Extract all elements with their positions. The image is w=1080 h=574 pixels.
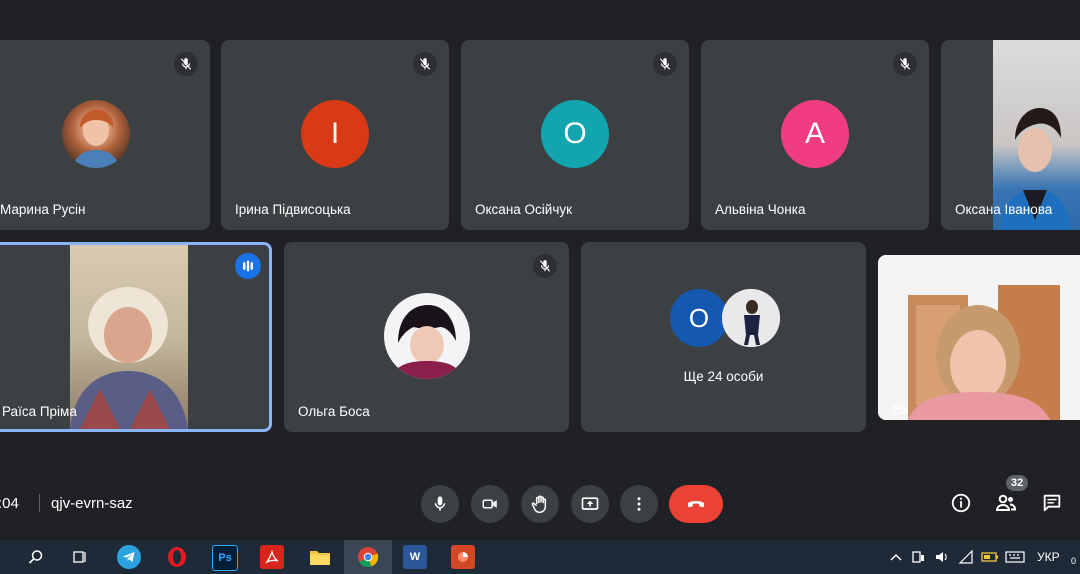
search-icon[interactable] [24, 545, 48, 569]
avatar-photo [62, 100, 130, 168]
self-video [878, 255, 1080, 420]
mic-off-icon [174, 52, 198, 76]
chevron-up-icon[interactable] [884, 545, 908, 569]
end-call-icon [688, 501, 704, 508]
meeting-details-button[interactable] [943, 485, 979, 521]
microphone-icon [434, 496, 446, 511]
participant-tile-iryna[interactable]: I Ірина Підвисоцька [221, 40, 449, 230]
task-view-icon[interactable] [68, 545, 92, 569]
mic-off-icon [413, 52, 437, 76]
mic-off-icon [653, 52, 677, 76]
microphone-button[interactable] [421, 485, 459, 523]
more-options-button[interactable] [620, 485, 658, 523]
present-screen-button[interactable] [571, 485, 609, 523]
avatar-initial: O [541, 100, 609, 168]
end-call-button[interactable] [669, 485, 723, 523]
participant-video [70, 245, 188, 429]
participant-name: Раїса Пріма [2, 404, 77, 419]
volume-icon[interactable] [930, 545, 954, 569]
participant-name: Альвіна Чонка [715, 202, 806, 217]
clock-partial: 0 [1071, 556, 1077, 566]
others-label: Ще 24 особи [683, 369, 764, 384]
meeting-time: :04 [0, 495, 19, 512]
participant-name: Оксана Іванова [955, 202, 1053, 217]
camera-icon [482, 499, 497, 509]
chat-button[interactable] [1034, 485, 1070, 521]
photoshop-icon[interactable]: Ps [212, 545, 238, 571]
avatar-initial: A [781, 100, 849, 168]
camera-button[interactable] [471, 485, 509, 523]
participant-tile-olga[interactable]: Ольга Боса [284, 242, 569, 432]
avatar-initial: I [301, 100, 369, 168]
wifi-icon[interactable] [954, 545, 978, 569]
more-vert-icon [637, 497, 641, 511]
powerpoint-icon[interactable] [451, 545, 475, 569]
speaking-indicator-icon [235, 253, 261, 279]
keyboard-icon[interactable] [1003, 545, 1027, 569]
mic-off-icon [893, 52, 917, 76]
present-icon [581, 497, 599, 510]
info-icon [951, 493, 971, 513]
participant-name: Ольга Боса [298, 404, 370, 419]
participant-tile-oksana-o[interactable]: O Оксана Осійчук [461, 40, 689, 230]
others-tile[interactable]: O Ще 24 особи [581, 242, 866, 432]
raise-hand-button[interactable] [521, 485, 559, 523]
opera-icon[interactable] [165, 545, 189, 569]
avatar-photo [384, 293, 470, 379]
chat-icon [1043, 494, 1061, 512]
control-bar: :04 qjv-evrn-saz 32 [0, 470, 1080, 540]
meeting-code: qjv-evrn-saz [51, 495, 133, 512]
acrobat-icon[interactable] [260, 545, 284, 569]
telegram-icon[interactable] [117, 545, 141, 569]
participant-name: Оксана Осійчук [475, 202, 573, 217]
os-taskbar: Ps W УКР 0 [0, 540, 1080, 574]
others-avatar-initial: O [670, 289, 728, 347]
file-explorer-icon[interactable] [308, 545, 332, 569]
word-icon[interactable]: W [403, 545, 427, 569]
participants-count-badge: 32 [1006, 475, 1029, 491]
participant-tile-oksana-i[interactable]: Оксана Іванова [941, 40, 1080, 230]
participant-tile-alvina[interactable]: A Альвіна Чонка [701, 40, 929, 230]
self-tile[interactable]: Ви [878, 255, 1080, 420]
participant-name: Ірина Підвисоцька [235, 202, 351, 217]
participant-name: Марина Русін [0, 202, 86, 217]
participant-name: Ви [892, 402, 909, 417]
participants-button[interactable]: 32 [988, 475, 1029, 521]
chrome-icon[interactable] [356, 545, 380, 569]
hand-icon [531, 495, 547, 514]
people-icon [995, 494, 1017, 511]
battery-icon[interactable] [978, 545, 1002, 569]
mic-off-icon [533, 254, 557, 278]
language-indicator[interactable]: УКР [1037, 550, 1060, 564]
participant-tile-marina[interactable]: Марина Русін [0, 40, 210, 230]
participant-tile-raisa[interactable]: Раїса Пріма [0, 242, 272, 432]
others-avatar-photo [722, 289, 780, 347]
divider [39, 494, 40, 512]
tray-device-icon[interactable] [906, 545, 930, 569]
